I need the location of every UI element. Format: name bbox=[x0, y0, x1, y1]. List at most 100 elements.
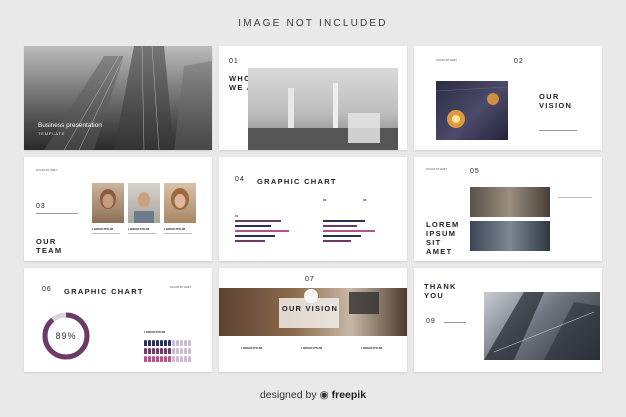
person-icon bbox=[172, 356, 175, 362]
person-icon bbox=[176, 348, 179, 354]
chart-bar bbox=[323, 240, 351, 242]
person-icon bbox=[160, 340, 163, 346]
person-icon bbox=[164, 340, 167, 346]
person-icon bbox=[156, 356, 159, 362]
slide-3-our-vision[interactable]: DOLOR SIT AMET 02 OUR VISION bbox=[414, 46, 602, 150]
slide-5-number: 04 bbox=[235, 176, 245, 183]
person-icon bbox=[152, 356, 155, 362]
team-caption-rule-2 bbox=[128, 233, 156, 234]
person-icon bbox=[144, 340, 147, 346]
chart-bar bbox=[235, 235, 275, 237]
slide-4-heading-line1: OUR bbox=[36, 237, 57, 246]
chart-bar bbox=[323, 225, 357, 227]
person-icon bbox=[160, 348, 163, 354]
person-icon bbox=[180, 340, 183, 346]
slide-7-heading: GRAPHIC CHART bbox=[64, 287, 144, 296]
slide-2-number: 01 bbox=[229, 58, 239, 65]
slide-6-heading-line3: SIT bbox=[426, 238, 442, 247]
chart-bar bbox=[235, 220, 281, 222]
slide-6-rule bbox=[558, 197, 592, 198]
credit-line: designed by ◉ freepik bbox=[0, 389, 626, 401]
slide-4-our-team[interactable]: DOLOR SIT AMET 03 OUR TEAM LOREM IPSUM L… bbox=[24, 157, 212, 261]
person-icon bbox=[144, 348, 147, 354]
person-icon bbox=[148, 348, 151, 354]
slide-7-graphic-chart[interactable]: 06 GRAPHIC CHART DOLOR SIT AMET 89% LORE… bbox=[24, 268, 212, 372]
slide-6-lorem-ipsum[interactable]: DOLOR SIT AMET 05 LOREM IPSUM SIT AMET bbox=[414, 157, 602, 261]
slide-7-small-text: DOLOR SIT AMET bbox=[170, 286, 191, 289]
person-icon bbox=[168, 356, 171, 362]
slide-5-graphic-chart[interactable]: 04 GRAPHIC CHART 01 02 03 bbox=[219, 157, 407, 261]
vision-caption-2: LOREM IPSUM bbox=[301, 346, 323, 350]
team-photo-3 bbox=[164, 183, 196, 223]
person-icon bbox=[168, 348, 171, 354]
chart-bar bbox=[235, 225, 271, 227]
person-icon bbox=[156, 340, 159, 346]
slide-4-heading-line2: TEAM bbox=[36, 246, 63, 255]
slide-4-number: 03 bbox=[36, 203, 46, 210]
team-photo-2 bbox=[128, 183, 160, 223]
slide-6-heading-line1: LOREM bbox=[426, 220, 460, 229]
slide-2-who-we-are[interactable]: 01 WHO WE ARE bbox=[219, 46, 407, 150]
chart-bar bbox=[235, 240, 265, 242]
team-caption-3: LOREM IPSUM bbox=[164, 227, 186, 231]
slide-8-our-vision[interactable]: 07 OUR VISION LOREM IPSUM LOREM IPSUM LO… bbox=[219, 268, 407, 372]
slide-9-thank-you[interactable]: THANK YOU 09 bbox=[414, 268, 602, 372]
slide-9-rule bbox=[444, 322, 466, 323]
vision-caption-3: LOREM IPSUM bbox=[361, 346, 383, 350]
team-caption-2: LOREM IPSUM bbox=[128, 227, 150, 231]
team-caption-rule-3 bbox=[164, 233, 192, 234]
slide-3-heading-line2: VISION bbox=[539, 101, 573, 110]
team-caption-1: LOREM IPSUM bbox=[92, 227, 114, 231]
person-icon bbox=[156, 348, 159, 354]
chart-bar bbox=[323, 235, 361, 237]
chart-label-02: 02 bbox=[323, 198, 327, 202]
donut-percent-label: 89% bbox=[55, 331, 77, 341]
person-icon bbox=[168, 340, 171, 346]
person-icon bbox=[188, 356, 191, 362]
slide-7-number: 06 bbox=[42, 286, 52, 293]
slide-1-subtitle: TEMPLATE bbox=[38, 131, 66, 136]
person-icon bbox=[176, 356, 179, 362]
person-icon bbox=[148, 356, 151, 362]
person-icon bbox=[160, 356, 163, 362]
person-icon bbox=[152, 348, 155, 354]
slide-6-heading-line4: AMET bbox=[426, 247, 453, 256]
freepik-logo-icon: ◉ bbox=[319, 389, 329, 401]
slide-4-rule bbox=[36, 213, 78, 214]
lightbulb-photo bbox=[436, 81, 508, 140]
slide-6-small-text: DOLOR SIT AMET bbox=[426, 168, 447, 171]
slide-8-number: 07 bbox=[305, 276, 315, 283]
meeting-photo-1 bbox=[470, 187, 550, 217]
chart-bar bbox=[235, 230, 289, 232]
slide-3-heading-line1: OUR bbox=[539, 92, 560, 101]
office-photo bbox=[248, 68, 398, 150]
slide-7-caption: LOREM IPSUM bbox=[144, 330, 166, 334]
person-icon bbox=[188, 340, 191, 346]
slide-3-number: 02 bbox=[514, 58, 524, 65]
slide-9-number: 09 bbox=[426, 318, 436, 325]
team-photo-1 bbox=[92, 183, 124, 223]
slide-9-heading-line2: YOU bbox=[424, 291, 445, 300]
person-icon bbox=[148, 340, 151, 346]
chart-bar bbox=[323, 220, 365, 222]
slide-8-banner: OUR VISION bbox=[281, 304, 339, 313]
slide-4-small-text: DOLOR SIT AMET bbox=[36, 169, 57, 172]
slide-6-heading-line2: IPSUM bbox=[426, 229, 457, 238]
person-icon bbox=[172, 340, 175, 346]
person-icon bbox=[172, 348, 175, 354]
person-icon bbox=[184, 340, 187, 346]
slide-1-business-presentation[interactable]: Business presentation TEMPLATE bbox=[24, 46, 212, 150]
person-icon bbox=[180, 348, 183, 354]
skyscraper-photo bbox=[484, 292, 600, 360]
chart-label-03: 03 bbox=[363, 198, 367, 202]
chart-label-01: 01 bbox=[235, 214, 239, 218]
person-icon bbox=[188, 348, 191, 354]
team-caption-rule-1 bbox=[92, 233, 120, 234]
person-icon bbox=[180, 356, 183, 362]
slide-6-number: 05 bbox=[470, 168, 480, 175]
vision-caption-1: LOREM IPSUM bbox=[241, 346, 263, 350]
chart-bar bbox=[323, 230, 375, 232]
person-icon bbox=[164, 356, 167, 362]
slide-3-rule bbox=[539, 130, 577, 131]
person-icon bbox=[152, 340, 155, 346]
